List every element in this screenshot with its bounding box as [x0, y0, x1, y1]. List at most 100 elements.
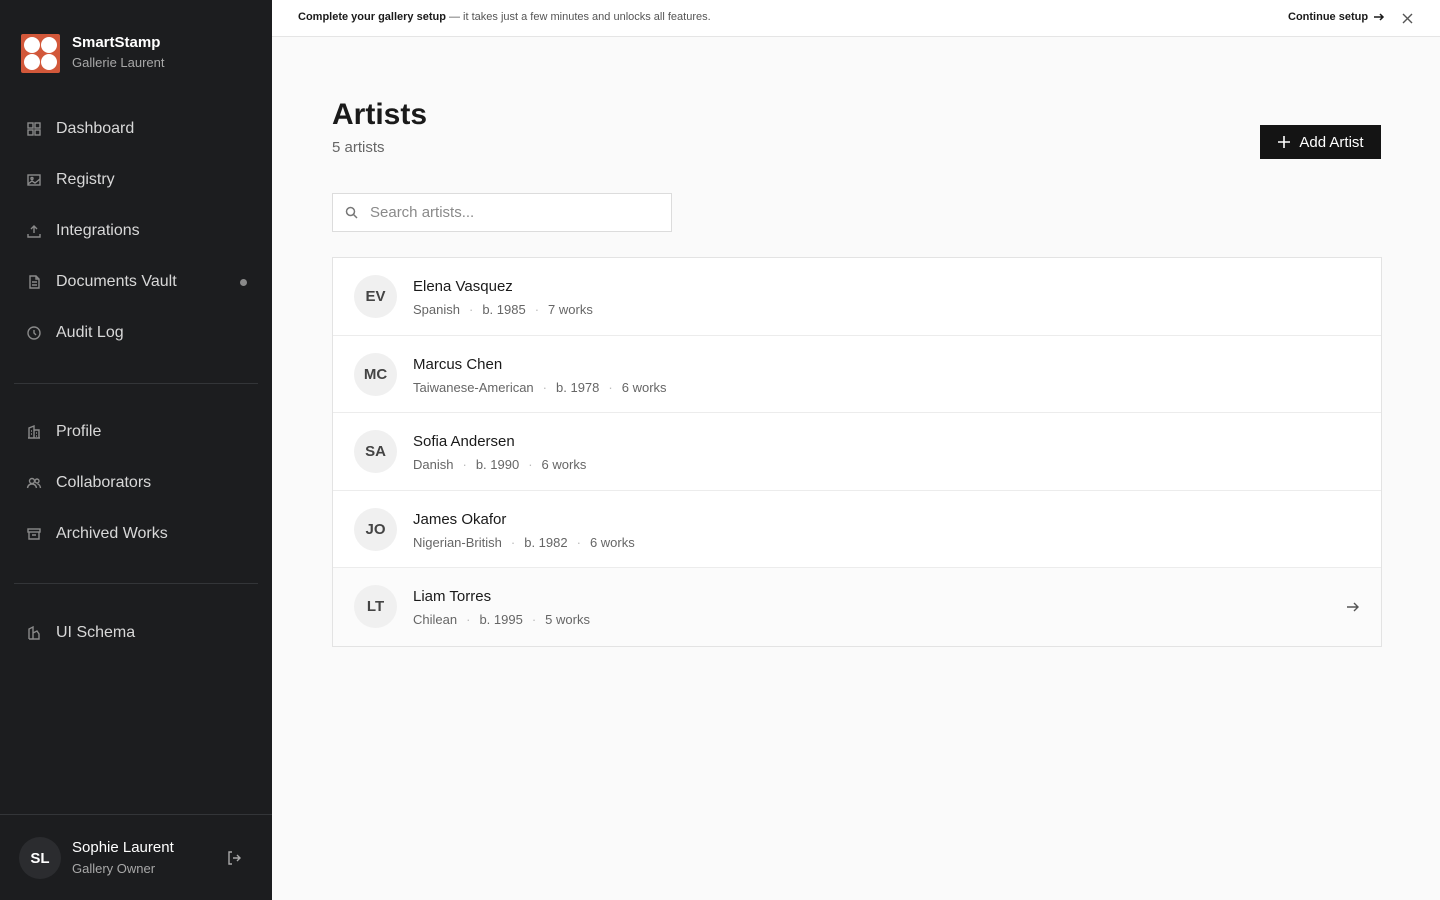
- search-input[interactable]: [370, 204, 660, 221]
- add-artist-label: Add Artist: [1299, 133, 1364, 151]
- setup-banner: Complete your gallery setup — it takes j…: [272, 0, 1440, 37]
- sidebar-item-dashboard[interactable]: Dashboard: [14, 109, 258, 149]
- artist-avatar: MC: [354, 352, 397, 396]
- artist-name: Sofia Andersen: [413, 433, 515, 451]
- sidebar-item-registry[interactable]: Registry: [14, 160, 258, 200]
- artist-works-count: 6 works: [621, 379, 667, 395]
- sidebar-item-label: Documents Vault: [56, 273, 177, 290]
- separator-dot: ·: [531, 612, 537, 628]
- separator-dot: ·: [468, 302, 474, 317]
- artist-name: Elena Vasquez: [413, 278, 513, 295]
- brand-subtitle: Gallerie Laurent: [72, 55, 165, 70]
- document-icon: [29, 275, 40, 289]
- banner-close-button[interactable]: [1401, 12, 1414, 25]
- user-profile-bar: SL Sophie Laurent Gallery Owner: [0, 814, 272, 900]
- artist-works-count: 7 works: [548, 302, 593, 317]
- separator-dot: ·: [466, 612, 471, 628]
- sidebar-item-label: Archived Works: [56, 525, 168, 542]
- search-icon: [345, 206, 358, 219]
- clock-icon: [27, 326, 41, 340]
- sidebar-divider: [14, 583, 258, 584]
- sidebar-item-label: Dashboard: [56, 120, 135, 137]
- table-row[interactable]: MC Marcus Chen Taiwanese-American · b. 19…: [333, 336, 1381, 414]
- separator-dot: ·: [608, 379, 613, 395]
- arrow-right-icon: [1347, 602, 1359, 612]
- sidebar-item-archived-works[interactable]: Archived Works: [14, 514, 258, 554]
- upload-icon: [27, 225, 41, 238]
- continue-setup-label: Continue setup: [1288, 11, 1369, 23]
- separator-dot: ·: [528, 457, 533, 473]
- banner-text: — it takes just a few minutes and unlock…: [445, 11, 711, 23]
- table-row[interactable]: LT Liam Torres Chilean · b. 1995 · 5 works: [333, 568, 1381, 646]
- separator-dot: ·: [510, 534, 516, 550]
- close-icon: [1402, 13, 1413, 24]
- table-row[interactable]: JO James Okafor Nigerian-British · b. 198…: [333, 491, 1381, 569]
- sidebar-divider: [14, 383, 258, 384]
- artist-count: 5 artists: [332, 139, 385, 156]
- separator-dot: ·: [576, 534, 581, 550]
- banner-bold: Complete your gallery setup: [298, 11, 446, 23]
- separator-dot: ·: [462, 457, 467, 473]
- brand[interactable]: SmartStamp Gallerie Laurent: [21, 33, 165, 73]
- table-row[interactable]: EV Elena Vasquez Spanish · b. 1985 · 7 wor…: [333, 258, 1381, 336]
- continue-setup-button[interactable]: Continue setup: [1288, 11, 1385, 23]
- plus-icon: [1278, 136, 1291, 148]
- artist-avatar: LT: [354, 585, 397, 629]
- artist-nationality: Danish: [413, 457, 454, 473]
- sidebar-item-profile[interactable]: Profile: [14, 412, 258, 452]
- artist-list: EV Elena Vasquez Spanish · b. 1985 · 7 wor…: [332, 257, 1382, 647]
- artist-birth-year: b. 1982: [524, 534, 568, 550]
- add-artist-button[interactable]: Add Artist: [1260, 125, 1381, 159]
- logout-icon: [228, 851, 241, 865]
- artist-nationality: Spanish: [413, 302, 460, 317]
- separator-dot: ·: [542, 379, 548, 395]
- artist-birth-year: b. 1995: [479, 612, 523, 628]
- sidebar-item-ui-schema[interactable]: UI Schema: [14, 613, 258, 653]
- artist-works-count: 5 works: [545, 612, 590, 628]
- sidebar-item-collaborators[interactable]: Collaborators: [14, 463, 258, 503]
- artist-works-count: 6 works: [541, 457, 587, 473]
- artist-birth-year: b. 1990: [475, 457, 520, 473]
- avatar[interactable]: SL: [19, 837, 61, 879]
- sidebar-item-label: Registry: [56, 171, 115, 188]
- brand-name: SmartStamp: [72, 34, 161, 51]
- image-icon: [27, 174, 41, 186]
- artist-name: James Okafor: [413, 510, 507, 528]
- archive-icon: [27, 528, 41, 540]
- artist-birth-year: b. 1985: [482, 302, 526, 317]
- artist-name: Marcus Chen: [413, 355, 503, 373]
- sidebar-item-documents-vault[interactable]: Documents Vault: [14, 262, 258, 302]
- row-open-button[interactable]: [1346, 600, 1360, 614]
- table-row[interactable]: SA Sofia Andersen Danish · b. 1990 · 6 wor…: [333, 413, 1381, 491]
- arrow-right-icon: [1374, 13, 1385, 21]
- artist-name: Liam Torres: [413, 588, 492, 606]
- user-role: Gallery Owner: [72, 861, 156, 876]
- notification-dot: [240, 279, 247, 286]
- schema-icon: [28, 625, 40, 640]
- sidebar-item-label: Profile: [56, 423, 102, 440]
- users-icon: [26, 477, 42, 489]
- artist-nationality: Nigerian-British: [413, 534, 502, 550]
- artist-meta: Nigerian-British · b. 1982 · 6 works: [413, 535, 635, 550]
- artist-works-count: 6 works: [589, 534, 635, 550]
- page-title: Artists: [332, 98, 428, 131]
- sidebar-item-label: UI Schema: [56, 624, 136, 641]
- logout-button[interactable]: [226, 850, 242, 866]
- sidebar-item-integrations[interactable]: Integrations: [14, 211, 258, 251]
- artist-avatar: EV: [354, 275, 397, 318]
- search-box: [332, 193, 672, 232]
- artist-nationality: Chilean: [413, 612, 458, 628]
- artist-meta: Taiwanese-American · b. 1978 · 6 works: [413, 380, 667, 395]
- sidebar-item-label: Collaborators: [56, 474, 152, 491]
- artist-birth-year: b. 1978: [556, 379, 600, 395]
- separator-dot: ·: [534, 302, 540, 317]
- artist-meta: Danish · b. 1990 · 6 works: [413, 457, 586, 472]
- grid-icon: [27, 122, 41, 136]
- user-name: Sophie Laurent: [72, 839, 174, 856]
- sidebar-item-audit-log[interactable]: Audit Log: [14, 313, 258, 353]
- brand-logo-icon: [21, 33, 60, 73]
- artist-avatar: JO: [354, 507, 397, 551]
- banner-message: Complete your gallery setup — it takes j…: [298, 11, 711, 23]
- sidebar-item-label: Integrations: [56, 222, 140, 239]
- building-icon: [28, 424, 40, 439]
